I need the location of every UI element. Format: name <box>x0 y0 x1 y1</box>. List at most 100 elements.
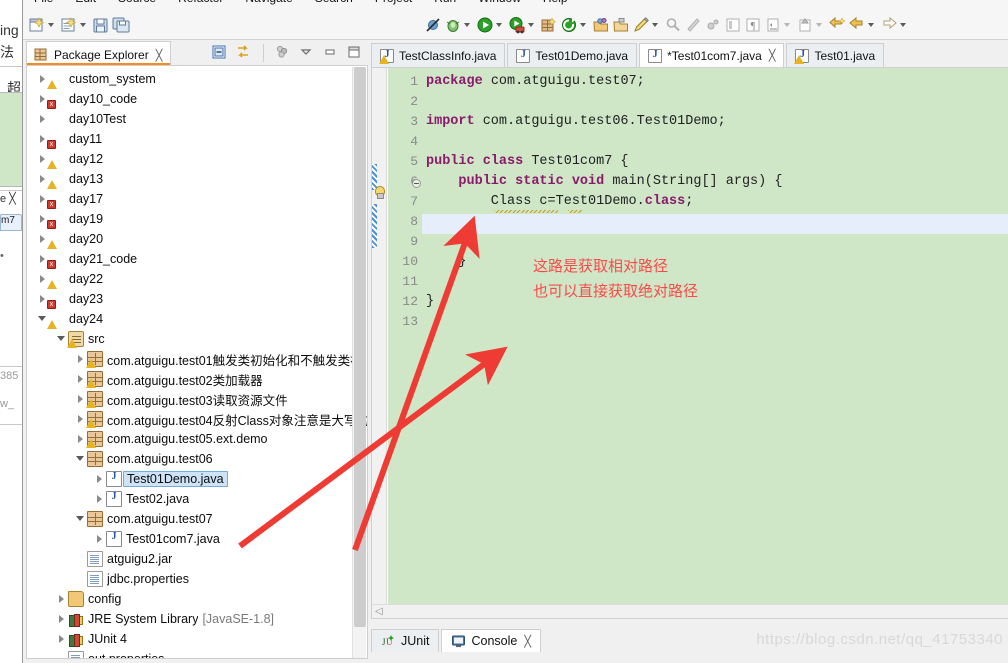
chevron-right-icon[interactable] <box>54 592 68 606</box>
bottom-tab[interactable]: Console ╳ <box>441 629 541 652</box>
next-annotation-caret[interactable] <box>784 22 790 27</box>
tree-item[interactable]: out.properties <box>27 649 367 658</box>
next-annotation-button[interactable] <box>763 12 783 38</box>
chevron-right-icon[interactable] <box>73 372 87 386</box>
tree-item[interactable]: day12 <box>27 149 367 169</box>
pin-button[interactable] <box>683 12 703 38</box>
package-explorer-scrollbar[interactable] <box>352 67 366 658</box>
chevron-right-icon[interactable] <box>35 112 49 126</box>
last-edit-location-button[interactable] <box>827 12 847 38</box>
coverage-button[interactable] <box>507 12 527 38</box>
chevron-right-icon[interactable] <box>54 612 68 626</box>
tree-item[interactable]: config <box>27 589 367 609</box>
save-button[interactable] <box>91 12 111 38</box>
tree-item[interactable]: x day10_code <box>27 89 367 109</box>
tree-item[interactable]: Test01com7.java <box>27 529 367 549</box>
chevron-right-icon[interactable] <box>73 412 87 426</box>
menu-item-search[interactable]: Search <box>304 0 364 10</box>
chevron-down-icon[interactable] <box>73 512 87 526</box>
chevron-down-icon[interactable] <box>54 332 68 346</box>
tree-item[interactable]: x day21_code <box>27 249 367 269</box>
tree-item[interactable]: Test01Demo.java <box>27 469 367 489</box>
debug-button[interactable] <box>443 12 463 38</box>
package-explorer-tree-container[interactable]: custom_system x day10_code day10Test x day11 d… <box>26 65 368 659</box>
run-dropdown-caret[interactable] <box>496 22 502 27</box>
tree-item[interactable]: custom_system <box>27 69 367 89</box>
menu-item-refactor[interactable]: Refactor <box>167 0 234 10</box>
collapse-all-icon[interactable] <box>210 43 230 63</box>
tree-item[interactable]: x day23 <box>27 289 367 309</box>
tree-item[interactable]: Test02.java <box>27 489 367 509</box>
bottom-tab[interactable]: J U JUnit <box>371 629 440 652</box>
menu-item-run[interactable]: Run <box>423 0 467 10</box>
coverage-dropdown-caret[interactable] <box>528 22 534 27</box>
new-java-dropdown-caret[interactable] <box>80 22 86 27</box>
quickfix-bulb-icon[interactable] <box>373 186 386 199</box>
new-package-dropdown-caret[interactable] <box>580 22 586 27</box>
edit-button[interactable] <box>631 12 651 38</box>
tree-item[interactable]: com.atguigu.test03读取资源文件 <box>27 389 367 409</box>
forward-caret[interactable] <box>900 22 906 27</box>
chevron-right-icon[interactable] <box>73 352 87 366</box>
tree-item[interactable]: src <box>27 329 367 349</box>
tree-item[interactable]: atguigu2.jar <box>27 549 367 569</box>
tree-item[interactable]: day22 <box>27 269 367 289</box>
new-java-class-button[interactable] <box>59 12 79 38</box>
scrollbar-thumb[interactable] <box>354 67 366 627</box>
editor-tab[interactable]: *Test01com7.java ╳ <box>639 43 785 68</box>
run-button[interactable] <box>475 12 495 38</box>
link-with-editor-icon[interactable] <box>234 43 254 63</box>
tree-item[interactable]: JRE System Library [JavaSE-1.8] <box>27 609 367 629</box>
open-task-button[interactable] <box>611 12 631 38</box>
tree-item[interactable]: JUnit 4 <box>27 629 367 649</box>
tree-item[interactable]: jdbc.properties <box>27 569 367 589</box>
show-whitespace-button[interactable] <box>723 12 743 38</box>
menu-item-window[interactable]: Window <box>467 0 532 10</box>
new-java-project-button[interactable] <box>539 12 559 38</box>
chevron-right-icon[interactable] <box>92 472 106 486</box>
editor-horizontal-scrollbar[interactable]: ◁ <box>372 604 1008 618</box>
search-button[interactable] <box>663 12 683 38</box>
annotation-ruler[interactable] <box>372 68 387 618</box>
editor-tab[interactable]: Test01.java <box>786 43 885 67</box>
tree-item[interactable]: com.atguigu.test07 <box>27 509 367 529</box>
code-text[interactable]: package com.atguigu.test07; import com.at… <box>422 68 1008 618</box>
debug-dropdown-caret[interactable] <box>464 22 470 27</box>
menu-item-project[interactable]: Project <box>364 0 423 10</box>
scroll-left-arrow[interactable]: ◁ <box>375 606 383 617</box>
chevron-right-icon[interactable] <box>73 392 87 406</box>
edit-dropdown-caret[interactable] <box>652 22 658 27</box>
save-all-button[interactable] <box>111 12 131 38</box>
filter-icon[interactable] <box>273 43 293 63</box>
pilcrow-button[interactable]: ¶ <box>743 12 763 38</box>
close-icon[interactable]: ╳ <box>769 49 776 62</box>
editor-tab[interactable]: Test01Demo.java <box>507 43 638 67</box>
tree-item[interactable]: day10Test <box>27 109 367 129</box>
tree-item[interactable]: day20 <box>27 229 367 249</box>
tree-item[interactable]: x day11 <box>27 129 367 149</box>
tree-item[interactable]: com.atguigu.test06 <box>27 449 367 469</box>
minimize-icon[interactable] <box>321 43 341 63</box>
menu-item-source[interactable]: Source <box>107 0 167 10</box>
close-icon[interactable]: ╳ <box>156 49 163 62</box>
tree-item[interactable]: x day19 <box>27 209 367 229</box>
menu-item-file[interactable]: File <box>23 0 64 10</box>
toggle-mark-button[interactable] <box>703 12 723 38</box>
previous-annotation-button[interactable] <box>795 12 815 38</box>
chevron-right-icon[interactable] <box>92 492 106 506</box>
back-button[interactable] <box>847 12 867 38</box>
close-icon[interactable]: ╳ <box>524 635 531 648</box>
chevron-right-icon[interactable] <box>73 432 87 446</box>
chevron-down-icon[interactable] <box>73 452 87 466</box>
back-caret[interactable] <box>868 22 874 27</box>
fold-toggle-icon[interactable] <box>412 179 421 188</box>
tree-item[interactable]: com.atguigu.test01触发类初始化和不触发类初 <box>27 349 367 369</box>
editor-tab[interactable]: TestClassInfo.java <box>371 43 506 67</box>
chevron-right-icon[interactable] <box>54 632 68 646</box>
new-package-button[interactable] <box>559 12 579 38</box>
new-dropdown-caret[interactable] <box>48 22 54 27</box>
tree-item[interactable]: x day17 <box>27 189 367 209</box>
previous-annotation-caret[interactable] <box>816 22 822 27</box>
project-tree[interactable]: custom_system x day10_code day10Test x day11 d… <box>27 66 367 658</box>
menu-item-edit[interactable]: Edit <box>64 0 107 10</box>
